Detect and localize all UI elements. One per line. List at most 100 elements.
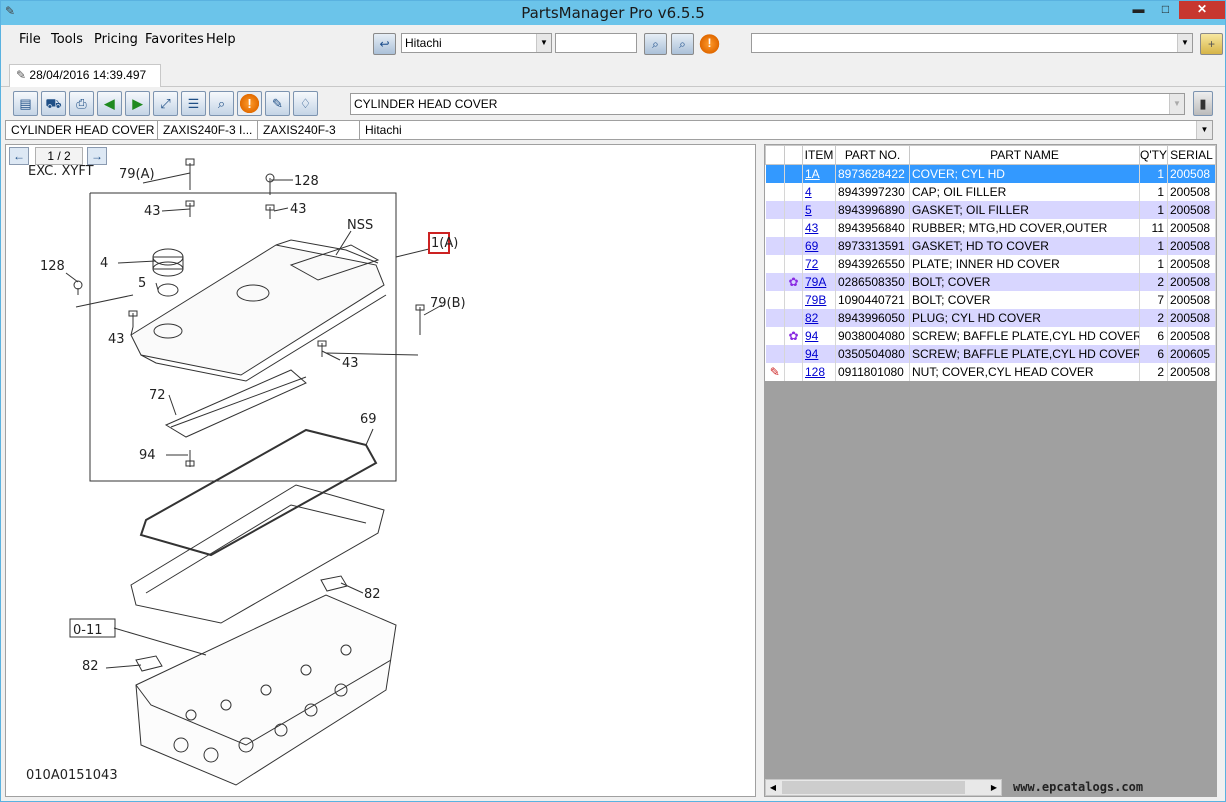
menu-bar: File Tools Pricing Favorites Help ↩ Hita… — [1, 25, 1225, 61]
menu-file[interactable]: File — [19, 32, 41, 47]
row-flag-cell — [784, 218, 803, 237]
zoom-icon[interactable]: ⌕ — [209, 91, 234, 116]
table-row[interactable]: 1A 8973628422 COVER; CYL HD 1 200508 — [765, 164, 1216, 183]
table-row[interactable]: ✎ 128 0911801080 NUT; COVER,CYL HEAD COVER 2… — [765, 362, 1216, 381]
item-link[interactable]: 82 — [805, 311, 818, 325]
menu-pricing[interactable]: Pricing — [94, 32, 138, 47]
warning-icon[interactable]: ! — [698, 33, 721, 55]
tip-icon[interactable]: ♢ — [293, 91, 318, 116]
breadcrumb-item[interactable]: CYLINDER HEAD COVER — [6, 121, 158, 139]
serial-cell: 200508 — [1167, 164, 1216, 183]
scroll-thumb[interactable] — [782, 781, 965, 794]
serial-cell: 200508 — [1167, 308, 1216, 327]
item-link[interactable]: 94 — [805, 347, 818, 361]
tab-session[interactable]: ✎ 28/04/2016 14:39.497 — [9, 64, 161, 87]
item-link[interactable]: 128 — [805, 365, 825, 379]
item-link[interactable]: 79A — [805, 275, 826, 289]
note-icon[interactable]: ✎ — [770, 365, 780, 379]
search-part-icon[interactable]: ⌕ — [671, 33, 694, 55]
breadcrumb-item[interactable]: Hitachi — [360, 121, 1190, 139]
chevron-down-icon[interactable]: ▼ — [1177, 34, 1192, 52]
part-name-cell: PLUG; CYL HD COVER — [909, 308, 1140, 327]
part-name-cell: SCREW; BAFFLE PLATE,CYL HD COVER — [909, 344, 1140, 363]
column-header-part-no[interactable]: PART NO. — [835, 145, 910, 165]
serial-cell: 200508 — [1167, 326, 1216, 345]
item-link[interactable]: 1A — [805, 167, 820, 181]
breadcrumb[interactable]: CYLINDER HEAD COVER ZAXIS240F-3 I... ZAX… — [5, 120, 1213, 140]
fit-screen-icon[interactable]: ⤢ — [153, 91, 178, 116]
table-row[interactable]: ✿ 94 9038004080 SCREW; BAFFLE PLATE,CYL HD … — [765, 326, 1216, 345]
column-header-part-name[interactable]: PART NAME — [909, 145, 1140, 165]
brand-select-value: Hitachi — [405, 36, 442, 50]
item-cell: 94 — [802, 326, 836, 345]
search-input[interactable] — [555, 33, 637, 53]
qty-cell: 6 — [1139, 344, 1168, 363]
diagram-header-text: EXC. XYFT — [28, 164, 94, 179]
item-link[interactable]: 4 — [805, 185, 812, 199]
item-link[interactable]: 72 — [805, 257, 818, 271]
breadcrumb-item[interactable]: ZAXIS240F-3 — [258, 121, 360, 139]
catalog-icon[interactable]: ▤ — [13, 91, 38, 116]
chevron-down-icon: ▼ — [1169, 94, 1184, 114]
exploded-diagram[interactable]: ← 1 / 2 → EXC. XYFT 79(A) 128 43 43 NSS … — [5, 144, 756, 797]
menu-favorites[interactable]: Favorites — [145, 32, 204, 47]
breadcrumb-item[interactable]: ZAXIS240F-3 I... — [158, 121, 258, 139]
close-button[interactable]: ✕ — [1179, 1, 1225, 19]
forward-icon[interactable]: ▶ — [125, 91, 150, 116]
return-icon[interactable]: ↩ — [373, 33, 396, 55]
column-header-qty[interactable]: Q'TY — [1139, 145, 1168, 165]
history-select[interactable]: ▼ — [751, 33, 1193, 53]
search-catalog-icon[interactable]: ⌕ — [644, 33, 667, 55]
chevron-down-icon[interactable]: ▼ — [536, 34, 551, 52]
gear-icon[interactable]: ✿ — [788, 275, 798, 289]
table-row[interactable]: ✿ 79A 0286508350 BOLT; COVER 2 200508 — [765, 272, 1216, 291]
item-link[interactable]: 5 — [805, 203, 812, 217]
row-marker-cell — [765, 308, 785, 327]
table-row[interactable]: 5 8943996890 GASKET; OIL FILLER 1 200508 — [765, 200, 1216, 219]
back-icon[interactable]: ◀ — [97, 91, 122, 116]
item-link[interactable]: 69 — [805, 239, 818, 253]
table-row[interactable]: 94 0350504080 SCREW; BAFFLE PLATE,CYL HD C… — [765, 344, 1216, 363]
print-icon[interactable]: ⎙ — [69, 91, 94, 116]
part-no-cell: 0286508350 — [835, 272, 910, 291]
settings-icon[interactable]: ✎ — [265, 91, 290, 116]
part-name-cell: BOLT; COVER — [909, 290, 1140, 309]
qty-cell: 11 — [1139, 218, 1168, 237]
gear-icon[interactable]: ✿ — [788, 329, 798, 343]
item-cell: 43 — [802, 218, 836, 237]
horizontal-scrollbar[interactable]: ◀ ▶ — [765, 779, 1002, 796]
table-row[interactable]: 43 8943956840 RUBBER; MTG,HD COVER,OUTER 11… — [765, 218, 1216, 237]
warning-icon[interactable]: ! — [237, 91, 262, 116]
table-row[interactable]: 79B 1090440721 BOLT; COVER 7 200508 — [765, 290, 1216, 309]
item-link[interactable]: 94 — [805, 329, 818, 343]
part-no-cell: 8943996050 — [835, 308, 910, 327]
add-folder-icon[interactable]: + — [1200, 33, 1223, 55]
qty-cell: 1 — [1139, 164, 1168, 183]
list-view-icon[interactable]: ☰ — [181, 91, 206, 116]
scroll-right-icon[interactable]: ▶ — [987, 780, 1001, 795]
minimize-button[interactable]: ▬ — [1125, 1, 1152, 19]
row-flag-cell — [784, 182, 803, 201]
table-row[interactable]: 69 8973313591 GASKET; HD TO COVER 1 200508 — [765, 236, 1216, 255]
callout-nss: NSS — [347, 218, 373, 233]
table-row[interactable]: 4 8943997230 CAP; OIL FILLER 1 200508 — [765, 182, 1216, 201]
menu-help[interactable]: Help — [206, 32, 236, 47]
book-icon[interactable]: ▮ — [1193, 91, 1213, 116]
row-flag-cell: ✿ — [784, 272, 803, 291]
item-link[interactable]: 79B — [805, 293, 826, 307]
chevron-down-icon[interactable]: ▼ — [1196, 121, 1212, 139]
part-no-cell: 8943997230 — [835, 182, 910, 201]
scroll-left-icon[interactable]: ◀ — [766, 780, 780, 795]
row-flag-cell — [784, 164, 803, 183]
item-link[interactable]: 43 — [805, 221, 818, 235]
column-header-item[interactable]: ITEM — [802, 145, 836, 165]
diagram-drawing: EXC. XYFT 79(A) 128 43 43 NSS 1(A) 4 5 1… — [26, 158, 466, 786]
maximize-button[interactable]: □ — [1152, 1, 1179, 19]
column-header-serial[interactable]: SERIAL — [1167, 145, 1216, 165]
table-row[interactable]: 72 8943926550 PLATE; INNER HD COVER 1 200508 — [765, 254, 1216, 273]
menu-tools[interactable]: Tools — [51, 32, 83, 47]
serial-cell: 200508 — [1167, 362, 1216, 381]
brand-select[interactable]: Hitachi ▼ — [401, 33, 552, 53]
table-row[interactable]: 82 8943996050 PLUG; CYL HD COVER 2 200508 — [765, 308, 1216, 327]
truck-icon[interactable]: ⛟ — [41, 91, 66, 116]
